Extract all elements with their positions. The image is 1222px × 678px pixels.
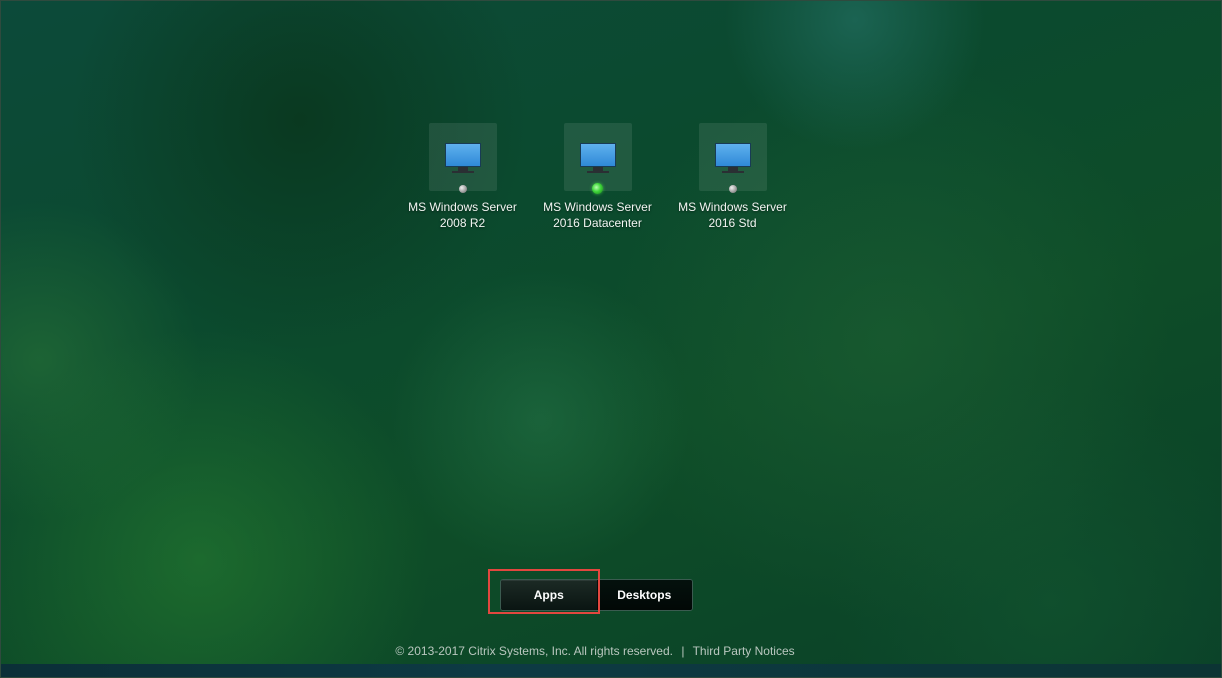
desktop-tile-icon[interactable] xyxy=(428,123,497,193)
desktop-name-line2: 2016 Std xyxy=(708,216,757,230)
footer: © 2013-2017 Citrix Systems, Inc. All rig… xyxy=(0,644,1190,658)
desktop-tile-2008-r2[interactable]: MS Windows Server 2008 R2 xyxy=(395,123,530,231)
desktop-tile-label[interactable]: MS Windows Server 2016 Datacenter xyxy=(530,199,665,231)
desktop-name-line1: MS Windows Server xyxy=(408,200,517,214)
status-indicator-online xyxy=(591,183,603,194)
desktop-name-line2: 2008 R2 xyxy=(439,216,486,230)
desktop-name-line1: MS Windows Server xyxy=(543,200,652,214)
background-bokeh xyxy=(0,0,1222,678)
desktop-tile-2016-datacenter[interactable]: MS Windows Server 2016 Datacenter xyxy=(530,123,665,231)
desktop-tile-icon[interactable] xyxy=(563,123,632,194)
desktop-tile-label[interactable]: MS Windows Server 2016 Std xyxy=(665,199,800,231)
tab-desktops[interactable]: Desktops xyxy=(596,580,692,610)
desktop-tiles-area: MS Windows Server 2008 R2 MS Windows Ser… xyxy=(395,123,815,243)
desktop-name-line2: 2016 Datacenter xyxy=(553,216,642,230)
desktop-tile-2016-std[interactable]: MS Windows Server 2016 Std xyxy=(665,123,800,231)
desktop-tile-label[interactable]: MS Windows Server 2008 R2 xyxy=(395,199,530,231)
bottom-band xyxy=(0,664,1222,678)
status-indicator-offline xyxy=(728,185,737,193)
tab-apps[interactable]: Apps xyxy=(501,580,597,610)
desktop-name-line1: MS Windows Server xyxy=(678,200,787,214)
third-party-notices-link[interactable]: Third Party Notices xyxy=(693,644,795,658)
status-indicator-offline xyxy=(458,185,467,193)
copyright-text: © 2013-2017 Citrix Systems, Inc. All rig… xyxy=(395,644,673,658)
view-tab-switch: Apps Desktops xyxy=(500,579,693,611)
footer-separator: | xyxy=(681,644,685,658)
desktop-tile-icon[interactable] xyxy=(698,123,767,193)
